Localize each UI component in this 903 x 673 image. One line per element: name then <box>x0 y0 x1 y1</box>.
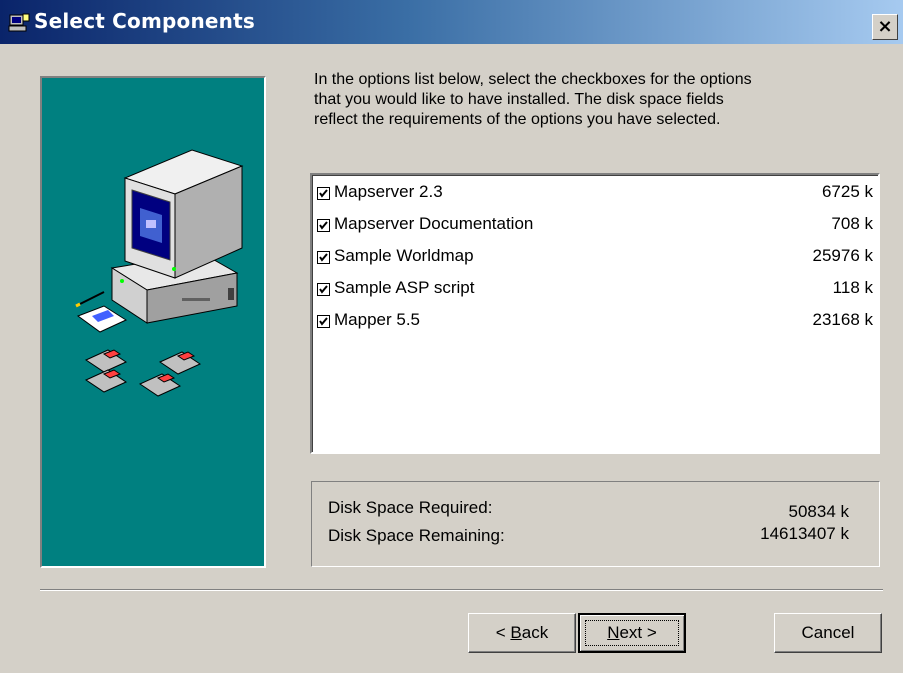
component-label: Mapserver Documentation <box>334 214 534 233</box>
setup-illustration <box>40 76 266 568</box>
focus-rectangle <box>585 620 679 646</box>
close-icon: × <box>877 16 893 37</box>
component-label: Mapserver 2.3 <box>334 182 443 201</box>
checkmark-icon <box>319 317 328 326</box>
disk-required-label: Disk Space Required: <box>328 498 493 517</box>
setup-icon <box>8 13 30 32</box>
components-list: Mapserver 2.3 6725 k Mapserver Documenta… <box>312 175 878 452</box>
component-size: 6725 k <box>821 182 873 201</box>
components-listbox[interactable]: Mapserver 2.3 6725 k Mapserver Documenta… <box>310 173 880 454</box>
component-size: 118 k <box>832 278 873 297</box>
component-checkbox[interactable] <box>317 219 330 232</box>
disk-space-panel: Disk Space Required: 50834 k Disk Space … <box>311 481 880 567</box>
component-label: Mapper 5.5 <box>334 310 420 329</box>
component-item[interactable]: Sample ASP script 118 k <box>317 276 873 304</box>
next-button[interactable]: Next > <box>578 613 686 653</box>
cancel-label: Cancel <box>801 623 855 642</box>
component-checkbox[interactable] <box>317 315 330 328</box>
component-item[interactable]: Mapper 5.5 23168 k <box>317 308 873 336</box>
disk-required-value: 50834 k <box>788 502 850 521</box>
component-label: Sample Worldmap <box>334 246 474 265</box>
component-item[interactable]: Mapserver Documentation 708 k <box>317 212 873 240</box>
cancel-button[interactable]: Cancel <box>774 613 882 653</box>
checkmark-icon <box>319 221 328 230</box>
disk-remaining-label: Disk Space Remaining: <box>328 526 505 545</box>
checkmark-icon <box>319 189 328 198</box>
component-size: 708 k <box>831 214 873 233</box>
button-separator <box>40 589 883 591</box>
component-size: 23168 k <box>812 310 874 329</box>
component-checkbox[interactable] <box>317 283 330 296</box>
back-mnemonic: B <box>510 623 522 642</box>
component-item[interactable]: Sample Worldmap 25976 k <box>317 244 873 272</box>
component-size: 25976 k <box>812 246 874 265</box>
computer-disks-icon <box>75 149 244 397</box>
window-title: Select Components <box>34 9 255 33</box>
back-button[interactable]: < Back <box>468 613 576 653</box>
checkmark-icon <box>319 285 328 294</box>
component-checkbox[interactable] <box>317 187 330 200</box>
close-button[interactable]: × <box>872 14 898 40</box>
component-label: Sample ASP script <box>334 278 475 297</box>
instructions-text: In the options list below, select the ch… <box>314 71 752 128</box>
back-label-rest: ack <box>521 623 549 642</box>
select-components-dialog: Select Components × In the options list … <box>0 0 903 673</box>
back-label-prefix: < <box>495 623 511 642</box>
checkmark-icon <box>319 253 328 262</box>
disk-remaining-value: 14613407 k <box>760 524 849 543</box>
component-checkbox[interactable] <box>317 251 330 264</box>
title-bar[interactable]: Select Components × <box>0 0 903 44</box>
component-item[interactable]: Mapserver 2.3 6725 k <box>317 180 873 208</box>
